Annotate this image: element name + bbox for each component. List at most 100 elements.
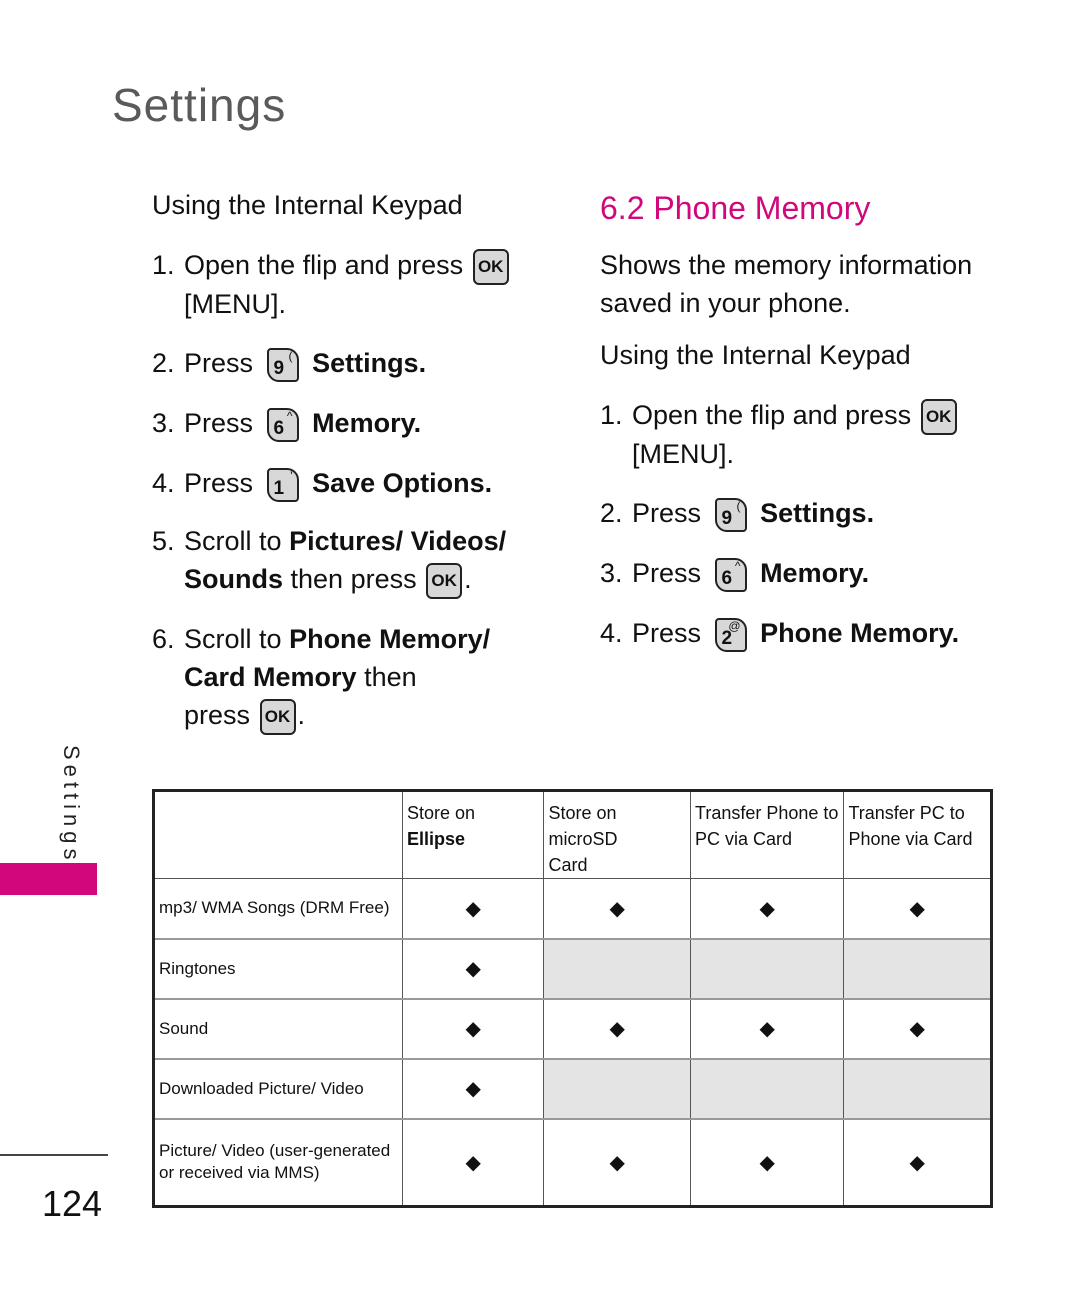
left-subheading: Using the Internal Keypad (152, 190, 463, 220)
header-cell-store-on-ellipse: Store on Ellipse (401, 790, 545, 879)
step-menu-label: Settings. (312, 348, 427, 378)
key-digit: 6 (273, 417, 285, 439)
header-line: Store on (407, 803, 476, 823)
header-line: Card (548, 855, 588, 875)
left-step-4: 4. Press 1 ' Save Options. (152, 464, 492, 502)
header-line: Transfer PC to (848, 803, 965, 823)
ok-key-icon: OK (426, 562, 463, 599)
supported-diamond-icon: ◆ (401, 878, 545, 939)
step-menu-label: Settings. (760, 498, 875, 528)
key-symbol: ' (290, 468, 293, 483)
step-menu-label: Save Options. (312, 468, 493, 498)
key-2-icon: 2 @ (714, 617, 747, 652)
header-line: PC via Card (695, 829, 793, 849)
section-title: 6.2 Phone Memory (600, 190, 871, 226)
key-digit: 6 (721, 567, 733, 589)
key-symbol: ^ (286, 408, 293, 423)
left-step-6: 6. Scroll to Phone Memory/ Card Memory th… (152, 620, 490, 735)
supported-diamond-icon: ◆ (401, 997, 545, 1059)
row-label: mp3/ WMA Songs (DRM Free) (153, 878, 403, 939)
row-label: Picture/ Video (user-generated or receiv… (153, 1117, 403, 1207)
supported-diamond-icon: ◆ (843, 997, 992, 1059)
step-menu-label: Sounds (184, 564, 283, 594)
right-step-1: 1. Open the flip and press OK [MENU]. (600, 396, 959, 473)
supported-diamond-icon: ◆ (689, 1117, 845, 1207)
unsupported-cell (843, 937, 992, 999)
step-menu-label: [MENU]. (184, 288, 287, 319)
ok-key-icon: OK (920, 398, 957, 435)
header-cell-transfer-phone-to-pc: Transfer Phone to PC via Card (689, 790, 845, 879)
punctuation: . (464, 564, 472, 594)
key-symbol: ( (288, 348, 293, 363)
section-description: Shows the memory information saved in yo… (600, 246, 972, 322)
supported-diamond-icon: ◆ (401, 1117, 545, 1207)
step-text: Press (184, 408, 254, 438)
supported-diamond-icon: ◆ (543, 997, 691, 1059)
unsupported-cell (689, 1057, 845, 1119)
supported-diamond-icon: ◆ (689, 997, 845, 1059)
header-cell-store-on-microsd: Store on microSD Card (543, 790, 691, 879)
right-subheading: Using the Internal Keypad (600, 340, 911, 370)
supported-diamond-icon: ◆ (689, 878, 845, 939)
step-text: Open the flip and press (184, 250, 464, 280)
table-row: Ringtones ◆ (153, 937, 992, 999)
right-step-4: 4. Press 2 @ Phone Memory. (600, 614, 959, 652)
header-line: Phone via Card (848, 829, 973, 849)
header-line: Store on microSD (548, 803, 618, 849)
page-header-title: Settings (112, 79, 287, 131)
memory-options-table: Store on Ellipse Store on microSD Card Tra… (152, 789, 993, 1208)
step-menu-label: Memory. (312, 408, 422, 438)
left-step-2: 2. Press 9( Settings. (152, 344, 426, 382)
ok-key-icon: OK (472, 248, 509, 285)
key-1-icon: 1 ' (266, 467, 299, 502)
step-text: then (364, 662, 417, 692)
supported-diamond-icon: ◆ (543, 878, 691, 939)
step-number: 6. (152, 624, 175, 654)
header-cell-empty (153, 790, 403, 879)
description-line: Shows the memory information (600, 250, 973, 280)
step-text: Press (632, 498, 702, 528)
step-number: 5. (152, 526, 175, 556)
step-text: press (184, 700, 251, 730)
supported-diamond-icon: ◆ (543, 1117, 691, 1207)
step-text: Press (632, 618, 702, 648)
step-text: then press (290, 564, 417, 594)
step-menu-label: Pictures/ Videos/ (289, 526, 507, 556)
step-text: Scroll to (184, 624, 282, 654)
side-section-label: Settings (59, 745, 84, 865)
table-row: mp3/ WMA Songs (DRM Free) ◆ ◆ ◆ ◆ (153, 878, 992, 939)
ok-key-icon: OK (259, 698, 296, 735)
row-label: Ringtones (153, 937, 403, 999)
step-number: 3. (152, 408, 175, 438)
key-digit: 1 (273, 477, 285, 499)
step-menu-label: Phone Memory/ (289, 624, 491, 654)
step-menu-label: Phone Memory. (760, 618, 960, 648)
side-accent-tab (0, 863, 97, 895)
step-number: 4. (600, 618, 623, 648)
unsupported-cell (689, 937, 845, 999)
header-cell-transfer-pc-to-phone: Transfer PC to Phone via Card (843, 790, 992, 879)
punctuation: . (297, 700, 306, 730)
header-line: Ellipse (407, 829, 466, 849)
table-row: Sound ◆ ◆ ◆ ◆ (153, 997, 992, 1059)
row-label: Downloaded Picture/ Video (153, 1057, 403, 1119)
key-symbol: @ (728, 618, 741, 633)
key-digit: 9 (721, 507, 733, 529)
left-step-5: 5. Scroll to Pictures/ Videos/ Sounds the… (152, 522, 506, 599)
step-number: 2. (600, 498, 623, 528)
unsupported-cell (543, 937, 691, 999)
left-step-1: 1. Open the flip and press OK [MENU]. (152, 246, 511, 323)
key-6-icon: 6 ^ (714, 557, 747, 592)
step-text: Press (184, 348, 254, 378)
supported-diamond-icon: ◆ (843, 878, 992, 939)
key-symbol: ^ (734, 558, 741, 573)
step-text: Scroll to (184, 526, 282, 556)
key-9-icon: 9( (714, 497, 747, 532)
key-6-icon: 6 ^ (266, 407, 299, 442)
table-row: Downloaded Picture/ Video ◆ (153, 1057, 992, 1119)
supported-diamond-icon: ◆ (843, 1117, 992, 1207)
step-number: 4. (152, 468, 175, 498)
description-line: saved in your phone. (600, 288, 851, 318)
step-menu-label: [MENU]. (632, 438, 735, 469)
row-label: Sound (153, 997, 403, 1059)
